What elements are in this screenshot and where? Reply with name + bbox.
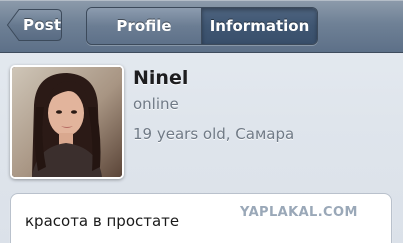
online-status: online [133,95,179,113]
avatar-photo [12,67,122,177]
profile-name: Ninel [133,67,189,89]
status-message-text: красота в простате [25,212,180,230]
watermark: YAPLAKAL.COM [240,205,358,220]
tab-information[interactable]: Information [202,8,317,44]
avatar[interactable] [10,65,124,179]
age-location: 19 years old, Самара [133,125,295,143]
back-button[interactable]: Post [6,8,63,42]
profile-screen: Post Profile Information Ninel online 19… [0,0,403,243]
tab-profile[interactable]: Profile [87,8,202,44]
navigation-bar: Post Profile Information [0,0,403,53]
back-button-label: Post [23,16,62,34]
profile-segmented-control: Profile Information [86,7,318,45]
